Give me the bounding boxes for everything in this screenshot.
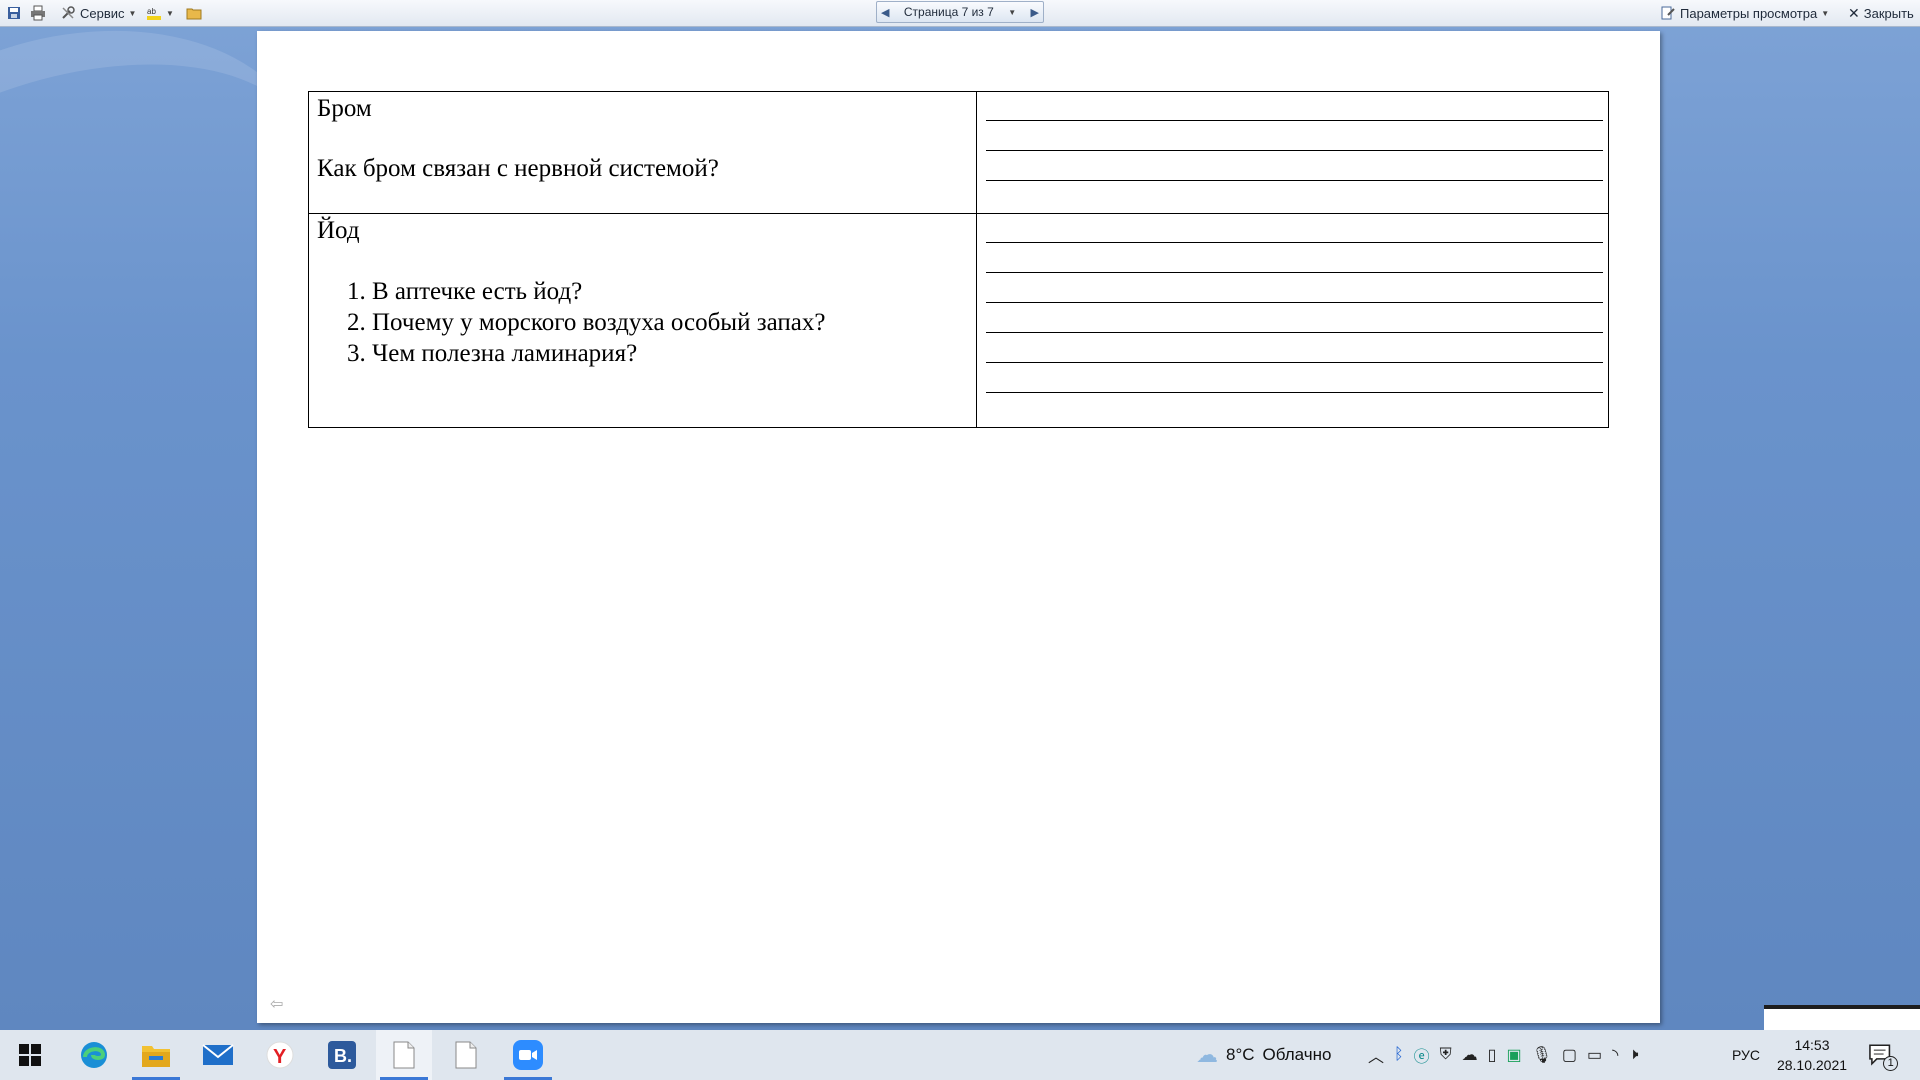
answer-cell[interactable] (976, 213, 1609, 428)
green-app-icon[interactable]: ▣ (1506, 1045, 1521, 1065)
taskbar-file-explorer[interactable] (128, 1030, 184, 1080)
answer-line (986, 180, 1603, 181)
shield-icon[interactable]: ⛨ (1440, 1046, 1452, 1064)
document-icon (393, 1041, 415, 1069)
chevron-up-icon[interactable]: ︿ (1368, 1043, 1384, 1067)
page-indicator: Страница 7 из 7 (903, 5, 994, 19)
zoom-icon (513, 1040, 543, 1070)
close-label: Закрыть (1863, 5, 1914, 21)
reading-toolbar: Сервис ▼ ab ▼ ◀ Страница 7 из 7 ▼ ▶ Пара… (0, 0, 1920, 27)
answer-line (986, 150, 1603, 151)
taskbar-mail[interactable] (190, 1030, 246, 1080)
chevron-down-icon: ▼ (128, 8, 137, 18)
print-button[interactable] (30, 3, 46, 23)
windows-logo-icon (19, 1044, 41, 1066)
weather-text: Облачно (1262, 1045, 1332, 1064)
clock-date: 28.10.2021 (1776, 1057, 1848, 1073)
taskbar-document-1[interactable] (376, 1030, 432, 1080)
table-row: Бром Как бром связан с нервной системой? (308, 91, 1609, 214)
taskbar-yandex-browser[interactable]: Y (252, 1030, 308, 1080)
taskbar-document-2[interactable] (438, 1030, 494, 1080)
language-indicator[interactable]: РУС (1732, 1030, 1760, 1080)
document-page[interactable]: Бром Как бром связан с нервной системой?… (257, 31, 1660, 1023)
svg-text:B.: B. (334, 1046, 352, 1066)
taskbar-zoom[interactable] (500, 1030, 556, 1080)
return-arrow-icon[interactable]: ⇦ (270, 994, 290, 1013)
chevron-down-icon[interactable]: ▼ (1008, 8, 1016, 17)
spelling-icon: ab (147, 7, 161, 20)
e-app-icon[interactable]: ⓔ (1414, 1043, 1430, 1067)
yandex-icon: Y (266, 1041, 294, 1069)
question-list: В аптечке есть йод? Почему у морского во… (317, 276, 968, 369)
microphone-icon[interactable]: 🎙 (1532, 1045, 1552, 1065)
device-icon[interactable]: ▢ (1562, 1045, 1577, 1065)
next-page-icon[interactable]: ▶ (1031, 6, 1039, 19)
save-button[interactable] (6, 3, 22, 23)
cloud-off-icon[interactable]: ☁ (1462, 1045, 1478, 1065)
battery-icon[interactable]: ▭ (1587, 1045, 1602, 1065)
chevron-down-icon: ▼ (1821, 8, 1830, 18)
taskbar-edge[interactable] (66, 1030, 122, 1080)
table-cell[interactable]: Бром Как бром связан с нервной системой? (308, 91, 977, 214)
answer-cell[interactable] (976, 91, 1609, 214)
print-icon (31, 5, 45, 21)
answer-line (986, 332, 1603, 333)
answer-line (986, 362, 1603, 363)
hidden-window-edge (1764, 1005, 1920, 1030)
close-icon: ✕ (1848, 4, 1860, 21)
view-options-button[interactable]: Параметры просмотра ▼ (1660, 3, 1829, 23)
answer-line (986, 120, 1603, 121)
service-menu[interactable]: Сервис ▼ (60, 3, 136, 23)
question-text: Как бром связан с нервной системой? (317, 155, 719, 182)
taskbar-vk-b[interactable]: B. (314, 1030, 370, 1080)
clock[interactable]: 14:53 28.10.2021 (1772, 1030, 1852, 1080)
clock-time: 14:53 (1794, 1037, 1830, 1053)
bluetooth-icon[interactable]: ᛒ (1394, 1046, 1404, 1064)
svg-text:Y: Y (273, 1046, 287, 1068)
answer-line (986, 392, 1603, 393)
weather-temp: 8°C (1226, 1045, 1255, 1064)
list-item: Чем полезна ламинария? (372, 338, 968, 369)
answer-line (986, 302, 1603, 303)
answer-line (986, 272, 1603, 273)
section-title: Йод (317, 217, 360, 244)
view-options-icon (1661, 6, 1675, 20)
notifications-button[interactable]: 1 (1868, 1030, 1908, 1080)
section-title: Бром (317, 95, 372, 122)
list-item: В аптечке есть йод? (372, 276, 968, 307)
close-button[interactable]: ✕ Закрыть (1848, 3, 1914, 23)
notification-count: 1 (1883, 1055, 1898, 1071)
edge-icon (81, 1042, 107, 1068)
folder-icon (142, 1046, 170, 1067)
cloud-icon: ☁ (1196, 1042, 1218, 1067)
list-item: Почему у морского воздуха особый запах? (372, 307, 968, 338)
page-navigator[interactable]: ◀ Страница 7 из 7 ▼ ▶ (876, 1, 1044, 23)
weather-widget[interactable]: ☁ 8°C Облачно (1196, 1030, 1331, 1080)
start-button[interactable] (2, 1030, 58, 1080)
system-tray-icons: ︿ ᛒ ⓔ ⛨ ☁ ▯ ▣ 🎙 ▢ ▭ ◝ 🕨 (1368, 1030, 1638, 1080)
save-icon (8, 7, 20, 19)
wifi-icon[interactable]: ◝ (1612, 1045, 1618, 1065)
table-row: Йод В аптечке есть йод? Почему у морског… (308, 213, 1609, 428)
svg-text:ab: ab (147, 7, 156, 16)
document-icon (455, 1041, 477, 1069)
b-app-icon: B. (328, 1041, 356, 1069)
table-cell[interactable]: Йод В аптечке есть йод? Почему у морског… (308, 213, 977, 428)
previous-page-icon[interactable]: ◀ (881, 6, 889, 19)
tools-icon (62, 6, 75, 19)
document-table: Бром Как бром связан с нервной системой?… (308, 91, 1609, 428)
folder-icon (186, 8, 202, 20)
speaker-muted-icon[interactable]: 🕨 (1628, 1046, 1638, 1064)
mail-icon (202, 1044, 234, 1065)
answer-line (986, 242, 1603, 243)
service-label: Сервис (80, 5, 125, 21)
open-folder-button[interactable] (186, 3, 202, 23)
spelling-button[interactable]: ab ▼ (146, 3, 174, 23)
view-options-label: Параметры просмотра (1680, 5, 1818, 21)
language-label: РУС (1732, 1047, 1761, 1063)
usb-icon[interactable]: ▯ (1488, 1045, 1497, 1065)
chevron-down-icon: ▼ (166, 8, 174, 18)
